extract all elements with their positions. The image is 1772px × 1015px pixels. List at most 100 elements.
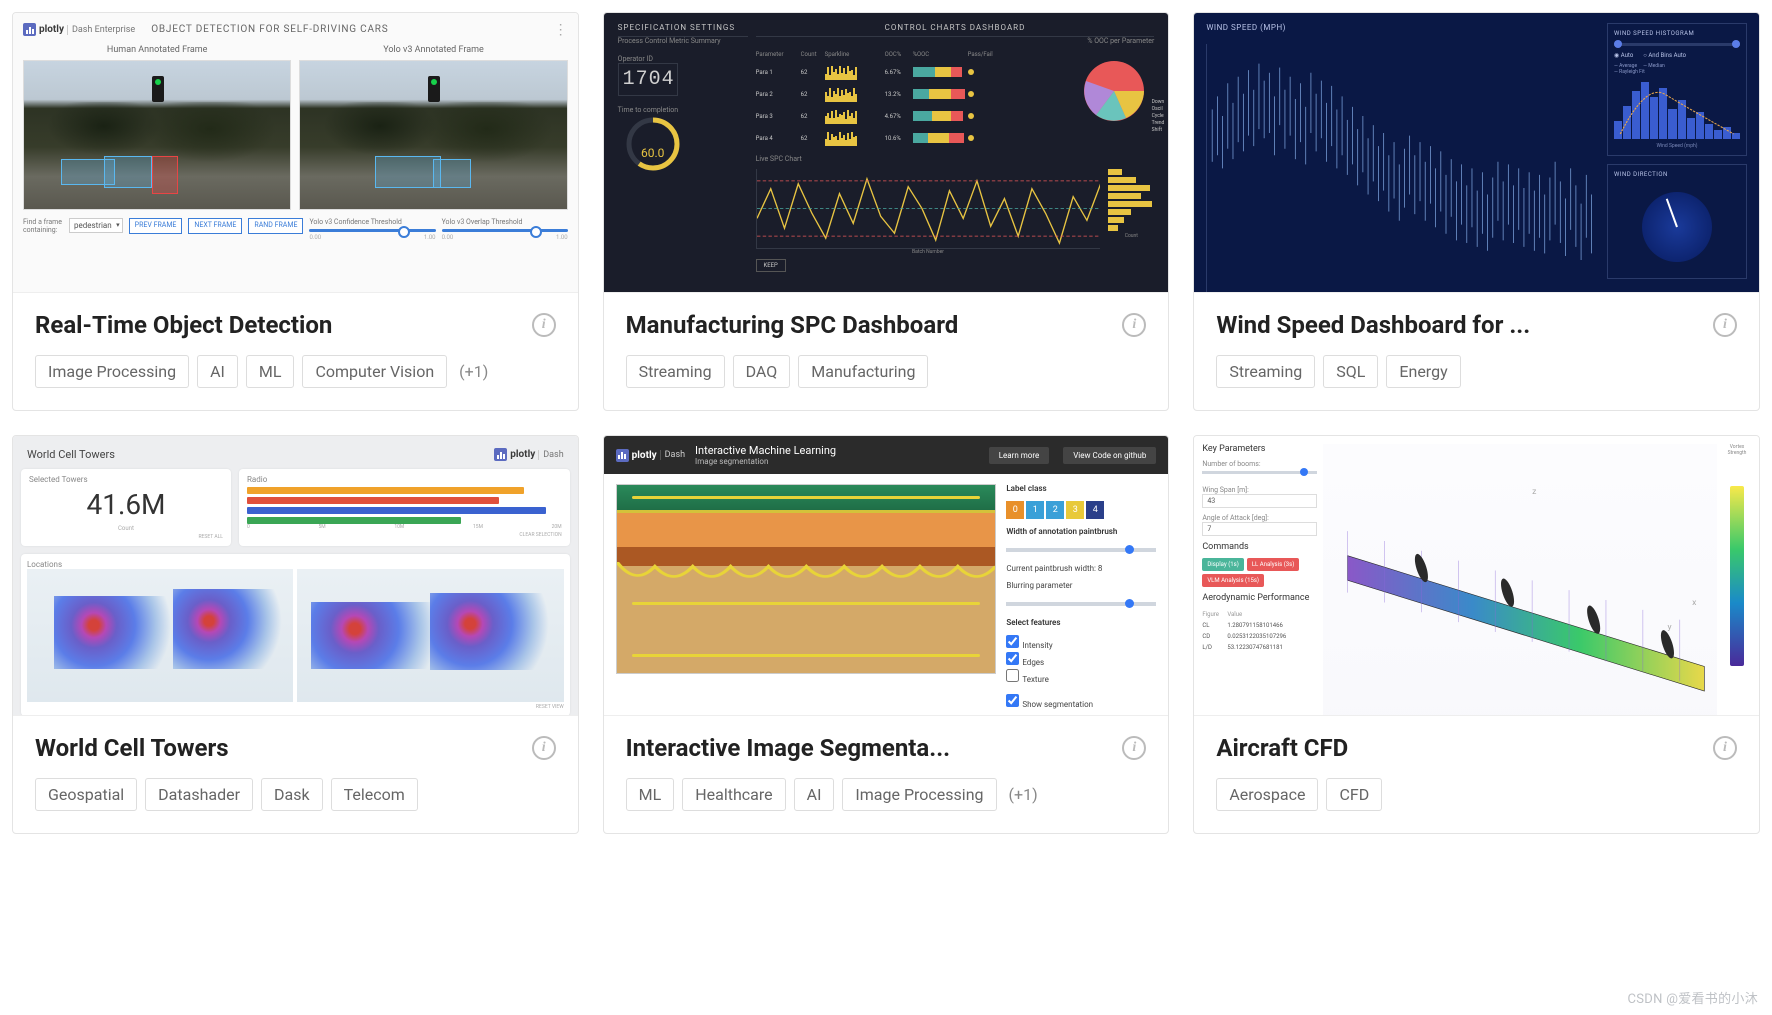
tag[interactable]: Geospatial: [35, 778, 137, 811]
plotly-logo: plotly Dash Enterprise: [23, 23, 135, 36]
class-button[interactable]: 2: [1046, 501, 1064, 519]
clear-selection-button[interactable]: CLEAR SELECTION: [247, 532, 562, 538]
tag[interactable]: Energy: [1386, 355, 1460, 388]
plotly-logo: plotly Dash: [494, 448, 563, 461]
show-seg-checkbox[interactable]: Show segmentation: [1006, 694, 1156, 711]
class-button[interactable]: 1: [1026, 501, 1044, 519]
radio-bar: [247, 517, 461, 524]
yolo-frame: [299, 60, 567, 210]
keep-button[interactable]: KEEP: [756, 259, 786, 272]
reset-view-button[interactable]: RESET VIEW: [27, 704, 564, 710]
view-code-button[interactable]: View Code on github: [1063, 447, 1156, 464]
spc-chart: [756, 169, 1101, 249]
app-title: OBJECT DETECTION FOR SELF-DRIVING CARS: [151, 24, 388, 35]
card-title: Wind Speed Dashboard for ...: [1216, 311, 1530, 339]
card-manufacturing[interactable]: SPECIFICATION SETTINGS Process Control M…: [603, 12, 1170, 411]
tag[interactable]: Healthcare: [682, 778, 785, 811]
card-title: Real-Time Object Detection: [35, 311, 332, 339]
feature-checkbox[interactable]: Edges: [1006, 652, 1156, 669]
rand-frame-button[interactable]: RAND FRAME: [248, 218, 303, 234]
histogram: Count: [1104, 169, 1154, 272]
feature-checkbox[interactable]: Texture: [1006, 669, 1156, 686]
conf-slider[interactable]: [309, 229, 435, 232]
human-frame: [23, 60, 291, 210]
class-button[interactable]: 3: [1066, 501, 1084, 519]
tag[interactable]: AI: [794, 778, 835, 811]
info-icon[interactable]: i: [532, 736, 556, 760]
frame-right-label: Yolo v3 Annotated Frame: [299, 42, 567, 60]
thumb-cell-towers: World Cell Towers plotly Dash Selected T…: [13, 436, 578, 716]
class-button[interactable]: 0: [1006, 501, 1024, 519]
wingspan-input[interactable]: 43: [1202, 494, 1317, 508]
info-icon[interactable]: i: [532, 313, 556, 337]
tag[interactable]: Manufacturing: [798, 355, 928, 388]
tag[interactable]: Streaming: [626, 355, 725, 388]
info-icon[interactable]: i: [1122, 313, 1146, 337]
tag[interactable]: CFD: [1326, 778, 1382, 811]
prev-frame-button[interactable]: PREV FRAME: [129, 218, 183, 234]
conf-slider-label: Yolo v3 Confidence Threshold: [309, 218, 435, 226]
vlm-analysis-button[interactable]: VLM Analysis (15s): [1202, 574, 1264, 587]
tower-count: 41.6M: [29, 484, 223, 525]
tag[interactable]: Computer Vision: [302, 355, 447, 388]
card-title: World Cell Towers: [35, 734, 229, 762]
tags: Streaming SQL Energy: [1216, 355, 1737, 388]
card-aircraft-cfd[interactable]: Key Parameters Number of booms: Wing Spa…: [1193, 435, 1760, 834]
tag[interactable]: Aerospace: [1216, 778, 1318, 811]
tag[interactable]: ML: [246, 355, 295, 388]
tag[interactable]: Image Processing: [842, 778, 996, 811]
tag[interactable]: DAQ: [733, 355, 791, 388]
radio-bar: [247, 487, 524, 494]
thumb-wind-speed: WIND SPEED (MPH) Time Elapsed (sec) WIND…: [1194, 13, 1759, 293]
info-icon[interactable]: i: [1713, 736, 1737, 760]
more-tags[interactable]: (+1): [455, 356, 492, 387]
brush-slider[interactable]: [1006, 548, 1156, 552]
map[interactable]: [27, 569, 293, 702]
booms-slider[interactable]: [1202, 471, 1317, 474]
tag[interactable]: Image Processing: [35, 355, 189, 388]
tag[interactable]: Streaming: [1216, 355, 1315, 388]
ll-analysis-button[interactable]: LL Analysis (3s): [1247, 558, 1300, 571]
tag[interactable]: Datashader: [145, 778, 253, 811]
tag[interactable]: ML: [626, 778, 675, 811]
learn-more-button[interactable]: Learn more: [989, 447, 1049, 464]
time-label: Time to completion: [618, 106, 748, 114]
gallery-grid: plotly Dash Enterprise OBJECT DETECTION …: [12, 12, 1760, 834]
feature-checkbox[interactable]: Intensity: [1006, 635, 1156, 652]
class-button[interactable]: 4: [1086, 501, 1104, 519]
bin-slider[interactable]: [1614, 43, 1740, 46]
tag[interactable]: SQL: [1323, 355, 1378, 388]
direction-panel: WIND DIRECTION: [1607, 164, 1747, 279]
aoa-input[interactable]: 7: [1202, 522, 1317, 536]
segmentation-image[interactable]: [616, 484, 997, 674]
display-button[interactable]: Display (1s): [1202, 558, 1243, 571]
tag[interactable]: Telecom: [331, 778, 418, 811]
radio-box: Radio 05M10M15M20M CLEAR SELECTION: [239, 469, 570, 546]
operator-label: Operator ID: [618, 55, 748, 63]
card-title: Manufacturing SPC Dashboard: [626, 311, 959, 339]
card-segmentation[interactable]: plotly Dash Interactive Machine Learning…: [603, 435, 1170, 834]
next-frame-button[interactable]: NEXT FRAME: [188, 218, 242, 234]
card-object-detection[interactable]: plotly Dash Enterprise OBJECT DETECTION …: [12, 12, 579, 411]
blur-slider[interactable]: [1006, 602, 1156, 606]
overlap-slider[interactable]: [442, 229, 568, 232]
map[interactable]: [297, 569, 563, 702]
card-cell-towers[interactable]: World Cell Towers plotly Dash Selected T…: [12, 435, 579, 834]
tags: Aerospace CFD: [1216, 778, 1737, 811]
tag[interactable]: Dask: [261, 778, 323, 811]
table-row: Para 1626.67%: [756, 61, 1065, 83]
more-tags[interactable]: (+1): [1005, 779, 1042, 810]
table-row: Para 3624.67%: [756, 105, 1065, 127]
info-icon[interactable]: i: [1122, 736, 1146, 760]
compass: [1614, 182, 1740, 272]
info-icon[interactable]: i: [1713, 313, 1737, 337]
menu-icon[interactable]: ⋮: [554, 26, 568, 34]
watermark: CSDN @爱看书的小沐: [1628, 988, 1758, 1007]
tag[interactable]: AI: [197, 355, 238, 388]
reset-all-button[interactable]: RESET ALL: [29, 534, 223, 540]
class-select[interactable]: pedestrian: [69, 218, 123, 233]
ctrl-header: CONTROL CHARTS DASHBOARD: [756, 23, 1155, 37]
cfd-plot[interactable]: x y z: [1323, 444, 1717, 716]
pie-chart: DownOscilCycleTrendShift: [1074, 51, 1154, 131]
card-wind-speed[interactable]: WIND SPEED (MPH) Time Elapsed (sec) WIND…: [1193, 12, 1760, 411]
